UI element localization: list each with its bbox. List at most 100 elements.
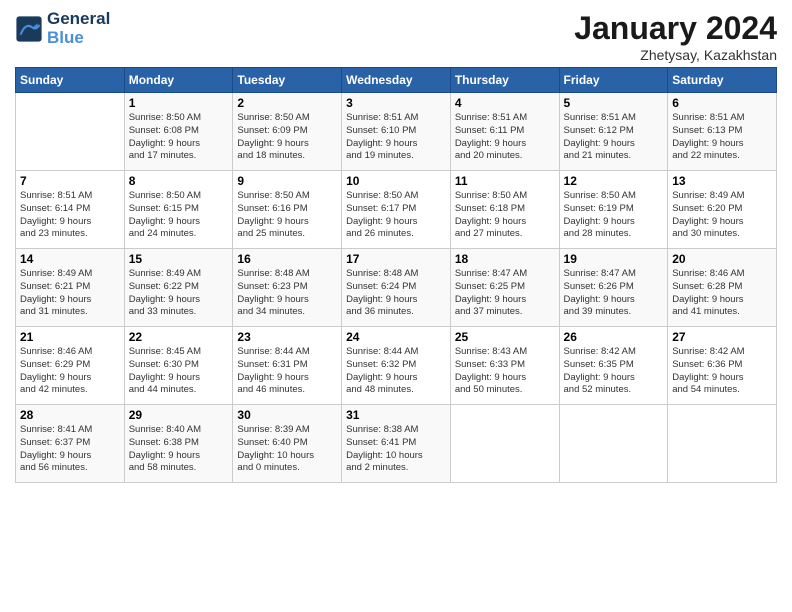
- calendar-cell: 28 Sunrise: 8:41 AM Sunset: 6:37 PM Dayli…: [16, 405, 125, 483]
- day-number: 29: [129, 408, 229, 422]
- calendar-cell: 16Sunrise: 8:48 AM Sunset: 6:23 PM Dayli…: [233, 249, 342, 327]
- day-info: Sunrise: 8:42 AM Sunset: 6:35 PM Dayligh…: [564, 346, 664, 397]
- calendar-cell: 31 Sunrise: 8:38 AM Sunset: 6:41 PM Dayli…: [342, 405, 451, 483]
- calendar-cell: 3 Sunrise: 8:51 AM Sunset: 6:10 PM Daylig…: [342, 93, 451, 171]
- calendar-cell: 2Sunrise: 8:50 AM Sunset: 6:09 PM Daylig…: [233, 93, 342, 171]
- day-number: 23: [237, 330, 337, 344]
- calendar-cell: 30Sunrise: 8:39 AM Sunset: 6:40 PM Dayli…: [233, 405, 342, 483]
- day-info: Sunrise: 8:47 AM Sunset: 6:26 PM Dayligh…: [564, 268, 664, 319]
- weekday-header-monday: Monday: [124, 68, 233, 93]
- day-info: Sunrise: 8:51 AM Sunset: 6:14 PM Dayligh…: [20, 190, 120, 241]
- weekday-header-saturday: Saturday: [668, 68, 777, 93]
- calendar-cell: 19Sunrise: 8:47 AM Sunset: 6:26 PM Dayli…: [559, 249, 668, 327]
- calendar-cell: 1Sunrise: 8:50 AM Sunset: 6:08 PM Daylig…: [124, 93, 233, 171]
- weekday-header-friday: Friday: [559, 68, 668, 93]
- day-info: Sunrise: 8:38 AM Sunset: 6:41 PM Dayligh…: [346, 424, 446, 475]
- header: General Blue January 2024 Zhetysay, Kaza…: [15, 10, 777, 63]
- day-number: 3: [346, 96, 446, 110]
- calendar-cell: 25 Sunrise: 8:43 AM Sunset: 6:33 PM Dayli…: [450, 327, 559, 405]
- logo-icon: [15, 15, 43, 43]
- day-number: 8: [129, 174, 229, 188]
- day-number: 1: [129, 96, 229, 110]
- calendar-cell: 18 Sunrise: 8:47 AM Sunset: 6:25 PM Dayli…: [450, 249, 559, 327]
- day-info: Sunrise: 8:51 AM Sunset: 6:13 PM Dayligh…: [672, 112, 772, 163]
- weekday-header-sunday: Sunday: [16, 68, 125, 93]
- day-number: 27: [672, 330, 772, 344]
- calendar-cell: [450, 405, 559, 483]
- calendar-cell: 21 Sunrise: 8:46 AM Sunset: 6:29 PM Dayli…: [16, 327, 125, 405]
- calendar-cell: 27 Sunrise: 8:42 AM Sunset: 6:36 PM Dayli…: [668, 327, 777, 405]
- day-number: 25: [455, 330, 555, 344]
- day-number: 7: [20, 174, 120, 188]
- day-info: Sunrise: 8:44 AM Sunset: 6:31 PM Dayligh…: [237, 346, 337, 397]
- day-number: 17: [346, 252, 446, 266]
- day-number: 12: [564, 174, 664, 188]
- day-info: Sunrise: 8:49 AM Sunset: 6:20 PM Dayligh…: [672, 190, 772, 241]
- day-info: Sunrise: 8:40 AM Sunset: 6:38 PM Dayligh…: [129, 424, 229, 475]
- title-block: January 2024 Zhetysay, Kazakhstan: [574, 10, 777, 63]
- weekday-header-thursday: Thursday: [450, 68, 559, 93]
- day-info: Sunrise: 8:50 AM Sunset: 6:19 PM Dayligh…: [564, 190, 664, 241]
- calendar-cell: 8 Sunrise: 8:50 AM Sunset: 6:15 PM Daylig…: [124, 171, 233, 249]
- calendar-cell: 4 Sunrise: 8:51 AM Sunset: 6:11 PM Daylig…: [450, 93, 559, 171]
- day-number: 30: [237, 408, 337, 422]
- day-info: Sunrise: 8:42 AM Sunset: 6:36 PM Dayligh…: [672, 346, 772, 397]
- calendar-cell: [559, 405, 668, 483]
- location-subtitle: Zhetysay, Kazakhstan: [574, 47, 777, 63]
- day-number: 21: [20, 330, 120, 344]
- day-number: 4: [455, 96, 555, 110]
- day-info: Sunrise: 8:48 AM Sunset: 6:24 PM Dayligh…: [346, 268, 446, 319]
- calendar-week-3: 14Sunrise: 8:49 AM Sunset: 6:21 PM Dayli…: [16, 249, 777, 327]
- calendar-cell: 9 Sunrise: 8:50 AM Sunset: 6:16 PM Daylig…: [233, 171, 342, 249]
- calendar-cell: 15 Sunrise: 8:49 AM Sunset: 6:22 PM Dayli…: [124, 249, 233, 327]
- day-number: 18: [455, 252, 555, 266]
- day-info: Sunrise: 8:41 AM Sunset: 6:37 PM Dayligh…: [20, 424, 120, 475]
- weekday-header-row: SundayMondayTuesdayWednesdayThursdayFrid…: [16, 68, 777, 93]
- weekday-header-tuesday: Tuesday: [233, 68, 342, 93]
- day-info: Sunrise: 8:46 AM Sunset: 6:28 PM Dayligh…: [672, 268, 772, 319]
- day-info: Sunrise: 8:43 AM Sunset: 6:33 PM Dayligh…: [455, 346, 555, 397]
- calendar-cell: [668, 405, 777, 483]
- day-number: 13: [672, 174, 772, 188]
- calendar-cell: 24Sunrise: 8:44 AM Sunset: 6:32 PM Dayli…: [342, 327, 451, 405]
- calendar-cell: [16, 93, 125, 171]
- day-info: Sunrise: 8:47 AM Sunset: 6:25 PM Dayligh…: [455, 268, 555, 319]
- calendar-cell: 29 Sunrise: 8:40 AM Sunset: 6:38 PM Dayli…: [124, 405, 233, 483]
- page-container: General Blue January 2024 Zhetysay, Kaza…: [0, 0, 792, 493]
- day-info: Sunrise: 8:45 AM Sunset: 6:30 PM Dayligh…: [129, 346, 229, 397]
- month-title: January 2024: [574, 10, 777, 47]
- day-info: Sunrise: 8:51 AM Sunset: 6:10 PM Dayligh…: [346, 112, 446, 163]
- calendar-cell: 14Sunrise: 8:49 AM Sunset: 6:21 PM Dayli…: [16, 249, 125, 327]
- logo-text: General Blue: [47, 10, 110, 47]
- calendar-week-5: 28 Sunrise: 8:41 AM Sunset: 6:37 PM Dayli…: [16, 405, 777, 483]
- day-number: 11: [455, 174, 555, 188]
- day-number: 9: [237, 174, 337, 188]
- day-info: Sunrise: 8:50 AM Sunset: 6:16 PM Dayligh…: [237, 190, 337, 241]
- day-number: 20: [672, 252, 772, 266]
- calendar-cell: 26 Sunrise: 8:42 AM Sunset: 6:35 PM Dayli…: [559, 327, 668, 405]
- calendar-table: SundayMondayTuesdayWednesdayThursdayFrid…: [15, 67, 777, 483]
- calendar-cell: 13 Sunrise: 8:49 AM Sunset: 6:20 PM Dayli…: [668, 171, 777, 249]
- day-number: 26: [564, 330, 664, 344]
- day-number: 5: [564, 96, 664, 110]
- calendar-cell: 17 Sunrise: 8:48 AM Sunset: 6:24 PM Dayli…: [342, 249, 451, 327]
- calendar-cell: 22Sunrise: 8:45 AM Sunset: 6:30 PM Dayli…: [124, 327, 233, 405]
- calendar-cell: 23 Sunrise: 8:44 AM Sunset: 6:31 PM Dayli…: [233, 327, 342, 405]
- day-number: 28: [20, 408, 120, 422]
- day-number: 15: [129, 252, 229, 266]
- calendar-week-1: 1Sunrise: 8:50 AM Sunset: 6:08 PM Daylig…: [16, 93, 777, 171]
- day-info: Sunrise: 8:50 AM Sunset: 6:15 PM Dayligh…: [129, 190, 229, 241]
- day-info: Sunrise: 8:50 AM Sunset: 6:09 PM Dayligh…: [237, 112, 337, 163]
- calendar-week-4: 21 Sunrise: 8:46 AM Sunset: 6:29 PM Dayli…: [16, 327, 777, 405]
- day-info: Sunrise: 8:46 AM Sunset: 6:29 PM Dayligh…: [20, 346, 120, 397]
- day-info: Sunrise: 8:49 AM Sunset: 6:22 PM Dayligh…: [129, 268, 229, 319]
- day-info: Sunrise: 8:44 AM Sunset: 6:32 PM Dayligh…: [346, 346, 446, 397]
- calendar-cell: 11Sunrise: 8:50 AM Sunset: 6:18 PM Dayli…: [450, 171, 559, 249]
- logo: General Blue: [15, 10, 110, 47]
- day-number: 31: [346, 408, 446, 422]
- calendar-cell: 5 Sunrise: 8:51 AM Sunset: 6:12 PM Daylig…: [559, 93, 668, 171]
- day-info: Sunrise: 8:51 AM Sunset: 6:11 PM Dayligh…: [455, 112, 555, 163]
- day-number: 10: [346, 174, 446, 188]
- day-info: Sunrise: 8:51 AM Sunset: 6:12 PM Dayligh…: [564, 112, 664, 163]
- calendar-cell: 20 Sunrise: 8:46 AM Sunset: 6:28 PM Dayli…: [668, 249, 777, 327]
